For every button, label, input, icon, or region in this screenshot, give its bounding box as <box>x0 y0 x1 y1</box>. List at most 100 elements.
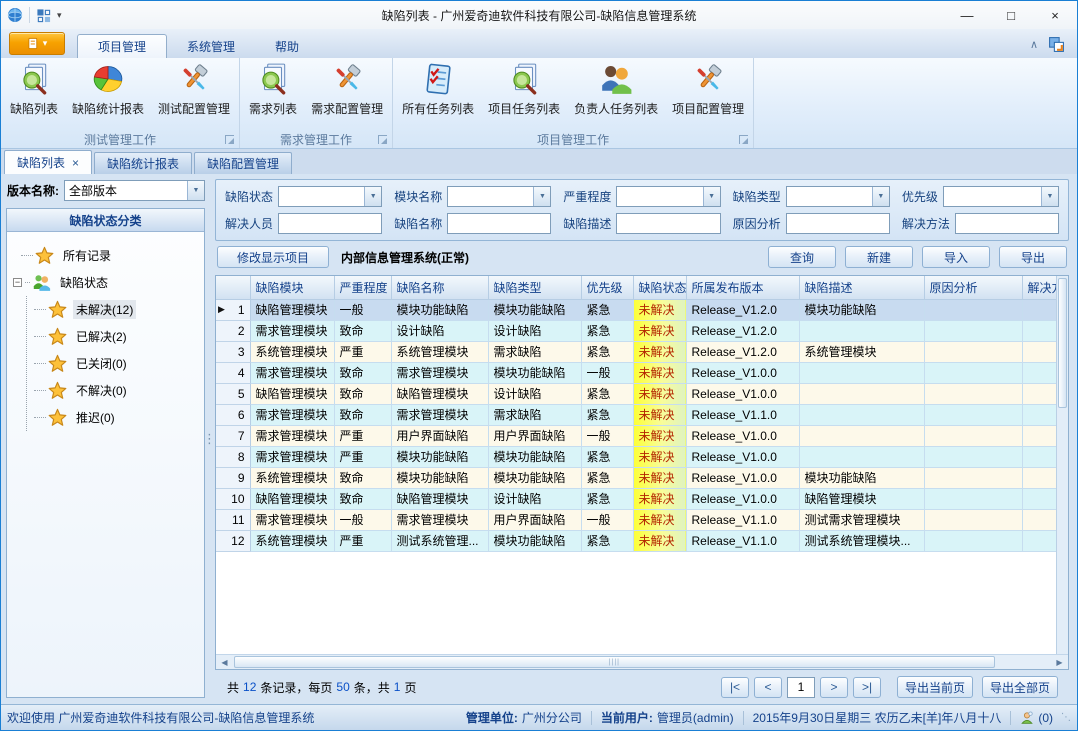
doc-tab-defect-report[interactable]: 缺陷统计报表 <box>94 152 192 174</box>
cell <box>924 320 1022 341</box>
dialog-launcher-icon[interactable] <box>739 135 748 144</box>
export-current-page-button[interactable]: 导出当前页 <box>897 676 973 698</box>
column-header[interactable]: 原因分析 <box>924 276 1022 299</box>
chevron-down-icon[interactable]: ▼ <box>187 181 204 200</box>
chevron-down-icon[interactable]: ▼ <box>533 187 550 206</box>
ribbon-tab-system[interactable]: 系统管理 <box>167 34 255 58</box>
tree-item-all-records[interactable]: 所有记录 <box>13 242 202 269</box>
ribbon-tab-help[interactable]: 帮助 <box>255 34 319 58</box>
first-page-button[interactable]: |< <box>721 677 749 698</box>
table-row[interactable]: 8 需求管理模块严重模块功能缺陷模块功能缺陷紧急未解决Release_V1.0.… <box>216 446 1068 467</box>
table-row[interactable]: 9 系统管理模块致命模块功能缺陷模块功能缺陷紧急未解决Release_V1.0.… <box>216 467 1068 488</box>
collapse-minus-icon[interactable]: − <box>13 278 22 287</box>
ribbon-collapse-icon[interactable]: ∧ <box>1030 38 1038 51</box>
vertical-scrollbar-thumb[interactable] <box>1058 278 1067 408</box>
priority-select[interactable]: ▼ <box>943 186 1059 207</box>
requirement-config-button[interactable]: 需求配置管理 <box>304 59 390 117</box>
tree-item-postponed[interactable]: 推迟(0) <box>34 404 202 431</box>
project-config-button[interactable]: 项目配置管理 <box>665 59 751 117</box>
scroll-left-icon[interactable]: ◀ <box>216 658 233 667</box>
messages-indicator[interactable]: (0) <box>1020 711 1053 725</box>
horizontal-scrollbar[interactable]: ◀ |||| ▶ <box>216 654 1068 669</box>
column-header[interactable]: 缺陷模块 <box>250 276 334 299</box>
switch-window-icon[interactable] <box>1048 36 1065 53</box>
table-row[interactable]: 3 系统管理模块严重系统管理模块需求缺陷紧急未解决Release_V1.2.0系… <box>216 341 1068 362</box>
vertical-scrollbar[interactable] <box>1056 276 1068 654</box>
column-header[interactable]: 缺陷名称 <box>391 276 488 299</box>
table-row[interactable]: 11 需求管理模块一般需求管理模块用户界面缺陷一般未解决Release_V1.1… <box>216 509 1068 530</box>
column-header[interactable]: 所属发布版本 <box>686 276 799 299</box>
cell: 需求管理模块 <box>391 404 488 425</box>
chevron-down-icon[interactable]: ▼ <box>1041 187 1058 206</box>
defect-desc-input[interactable] <box>616 213 720 234</box>
chevron-down-icon[interactable]: ▼ <box>364 187 381 206</box>
new-button[interactable]: 新建 <box>845 246 913 268</box>
owner-tasks-button[interactable]: 负责人任务列表 <box>567 59 665 117</box>
resize-grip-icon[interactable]: ⋱ <box>1061 712 1071 723</box>
column-header[interactable]: 缺陷状态 <box>633 276 686 299</box>
column-header[interactable]: 缺陷描述 <box>799 276 924 299</box>
table-row[interactable]: 5 缺陷管理模块致命缺陷管理模块设计缺陷紧急未解决Release_V1.0.0 <box>216 383 1068 404</box>
sidebar-splitter[interactable]: ⋮ <box>205 174 214 704</box>
tree-item-closed[interactable]: 已关闭(0) <box>34 350 202 377</box>
all-tasks-button[interactable]: 所有任务列表 <box>395 59 481 117</box>
project-tasks-button[interactable]: 项目任务列表 <box>481 59 567 117</box>
column-header[interactable]: 严重程度 <box>334 276 391 299</box>
horizontal-scrollbar-thumb[interactable]: |||| <box>234 656 995 668</box>
export-all-pages-button[interactable]: 导出全部页 <box>982 676 1058 698</box>
cell: 紧急 <box>581 530 633 551</box>
search-button[interactable]: 查询 <box>768 246 836 268</box>
solution-input[interactable] <box>955 213 1059 234</box>
table-row[interactable]: 2 需求管理模块致命设计缺陷设计缺陷紧急未解决Release_V1.2.0 <box>216 320 1068 341</box>
table-row[interactable]: 10 缺陷管理模块致命缺陷管理模块设计缺陷紧急未解决Release_V1.0.0… <box>216 488 1068 509</box>
dialog-launcher-icon[interactable] <box>378 135 387 144</box>
close-tab-icon[interactable]: × <box>72 156 79 170</box>
test-config-button[interactable]: 测试配置管理 <box>151 59 237 117</box>
ribbon-tab-project[interactable]: 项目管理 <box>77 34 167 58</box>
minimize-button[interactable]: — <box>945 1 989 29</box>
tree-item-resolved[interactable]: 已解决(2) <box>34 323 202 350</box>
chevron-down-icon[interactable]: ▼ <box>703 187 720 206</box>
severity-select[interactable]: ▼ <box>616 186 720 207</box>
window-list-icon[interactable] <box>36 8 51 23</box>
table-row[interactable]: ▶1 缺陷管理模块一般模块功能缺陷模块功能缺陷紧急未解决Release_V1.2… <box>216 299 1068 320</box>
table-row[interactable]: 7 需求管理模块严重用户界面缺陷用户界面缺陷一般未解决Release_V1.0.… <box>216 425 1068 446</box>
defect-list-button[interactable]: 缺陷列表 <box>3 59 65 117</box>
qat-dropdown-icon[interactable]: ▾ <box>57 10 62 21</box>
button-label: 缺陷列表 <box>10 100 58 117</box>
defect-type-select[interactable]: ▼ <box>786 186 890 207</box>
doc-tab-defect-config[interactable]: 缺陷配置管理 <box>194 152 292 174</box>
import-button[interactable]: 导入 <box>922 246 990 268</box>
resolver-input[interactable] <box>278 213 382 234</box>
defect-report-button[interactable]: 缺陷统计报表 <box>65 59 151 117</box>
statusbar-separator <box>1010 711 1011 725</box>
maximize-button[interactable]: □ <box>989 1 1033 29</box>
module-name-select[interactable]: ▼ <box>447 186 551 207</box>
table-row[interactable]: 6 需求管理模块致命需求管理模块需求缺陷紧急未解决Release_V1.1.0 <box>216 404 1068 425</box>
cause-analysis-input[interactable] <box>786 213 890 234</box>
defect-status-select[interactable]: ▼ <box>278 186 382 207</box>
scroll-right-icon[interactable]: ▶ <box>1051 658 1068 667</box>
close-button[interactable]: × <box>1033 1 1077 29</box>
modify-columns-button[interactable]: 修改显示项目 <box>217 246 329 268</box>
cell: Release_V1.2.0 <box>686 341 799 362</box>
dialog-launcher-icon[interactable] <box>225 135 234 144</box>
version-select[interactable]: 全部版本 ▼ <box>64 180 205 201</box>
last-page-button[interactable]: >| <box>853 677 881 698</box>
tree-item-wont-fix[interactable]: 不解决(0) <box>34 377 202 404</box>
defect-name-input[interactable] <box>447 213 551 234</box>
tree-item-unresolved[interactable]: 未解决(12) <box>34 296 202 323</box>
doc-tab-defect-list[interactable]: 缺陷列表 × <box>4 150 92 174</box>
prev-page-button[interactable]: < <box>754 677 782 698</box>
table-row[interactable]: 4 需求管理模块致命需求管理模块模块功能缺陷一般未解决Release_V1.0.… <box>216 362 1068 383</box>
column-header[interactable]: 优先级 <box>581 276 633 299</box>
tree-item-defect-status[interactable]: − 缺陷状态 <box>13 269 202 296</box>
column-header[interactable]: 缺陷类型 <box>488 276 581 299</box>
page-number-input[interactable] <box>787 677 815 698</box>
chevron-down-icon[interactable]: ▼ <box>872 187 889 206</box>
app-menu-button[interactable]: ▾ <box>9 32 65 55</box>
next-page-button[interactable]: > <box>820 677 848 698</box>
requirement-list-button[interactable]: 需求列表 <box>242 59 304 117</box>
export-button[interactable]: 导出 <box>999 246 1067 268</box>
table-row[interactable]: 12 系统管理模块严重测试系统管理...模块功能缺陷紧急未解决Release_V… <box>216 530 1068 551</box>
